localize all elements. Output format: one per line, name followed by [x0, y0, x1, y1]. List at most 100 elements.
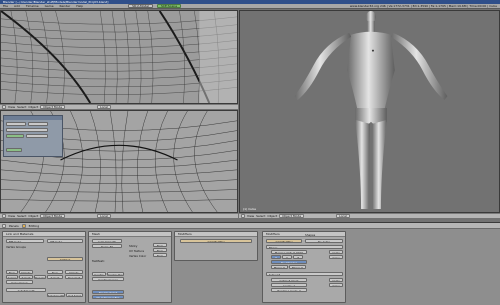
subsurf-copy-button[interactable]: Copy: [329, 283, 343, 287]
viewport-header-top-left: View Select Object Object Mode Local: [0, 104, 238, 109]
character-model: [240, 11, 499, 212]
menu-view[interactable]: View: [8, 214, 15, 218]
uv-new-button[interactable]: New: [153, 248, 167, 252]
editing-label: Editing: [28, 223, 40, 228]
menu-timeline[interactable]: Timeline: [25, 4, 40, 8]
material-select-button[interactable]: Select: [47, 275, 63, 279]
window-type-icon[interactable]: [2, 223, 6, 228]
vgroup-select-button[interactable]: Select: [19, 275, 33, 279]
vertex-groups-label: Vertex Groups: [6, 245, 26, 249]
axis-y-toggle[interactable]: Y: [282, 255, 292, 259]
mirror-apply-button[interactable]: Apply: [329, 250, 343, 254]
menu-select[interactable]: Select: [256, 214, 265, 218]
shapes-tab[interactable]: Shapes: [305, 233, 315, 237]
object-name-field[interactable]: OB:Cube: [47, 239, 83, 243]
overlay-btn-3[interactable]: [6, 128, 48, 132]
center-button[interactable]: Center: [92, 272, 106, 276]
editing-icon[interactable]: [21, 223, 26, 228]
menu-game[interactable]: Game: [44, 4, 55, 8]
vgroup-delete-button[interactable]: Delete: [19, 270, 33, 274]
menu-file[interactable]: File: [2, 4, 9, 8]
subsurf-modifier-header[interactable]: Subsurf: [266, 272, 343, 276]
object-label: (1) Cube: [243, 207, 256, 211]
vgroup-new-button[interactable]: New: [6, 270, 18, 274]
menu-select[interactable]: Select: [17, 105, 26, 109]
mesh-panel: Mesh Auto Smooth Degr: 30 Sticky UV Text…: [88, 231, 172, 303]
overlay-btn-1[interactable]: [6, 122, 26, 126]
subsurf-apply-button[interactable]: Apply: [329, 278, 343, 282]
viewport-header-mid-left: View Select Object Object Mode Local: [0, 213, 238, 218]
menu-object[interactable]: Object: [267, 214, 277, 218]
overlay-btn-2[interactable]: [28, 122, 48, 126]
no-vnormal-flip-toggle[interactable]: No V.Normal Flip: [92, 295, 124, 299]
viewport-top-left[interactable]: [0, 10, 238, 104]
do-clipping-toggle[interactable]: Do Clipping: [271, 260, 307, 264]
texmesh-label: TexMesh:: [92, 259, 105, 263]
vgroup-deselect-button[interactable]: Deselect: [34, 275, 46, 279]
scene-selector[interactable]: SCE:Scene: [156, 4, 182, 8]
axis-x-toggle[interactable]: X: [271, 255, 281, 259]
copy-group-button[interactable]: Copy Group: [6, 280, 33, 284]
material-index-field[interactable]: 0 Mat 0: [47, 257, 83, 261]
link-modifier-field[interactable]: To: Cube: [305, 239, 343, 243]
subsurf-type-field[interactable]: Catmull-Clark: [271, 278, 307, 282]
menu-help[interactable]: Help: [75, 4, 84, 8]
sticky-new-button[interactable]: New: [153, 243, 167, 247]
mirror-modifier-header[interactable]: Mirror: [266, 245, 343, 249]
merge-limit-field[interactable]: Merge Limit: 0.0010: [271, 250, 307, 254]
material-delete-button[interactable]: Delete: [65, 270, 83, 274]
viewport-right[interactable]: (1) Cube: [239, 10, 500, 213]
vgroup-assign-button[interactable]: Assign: [6, 275, 18, 279]
material-new-button[interactable]: New: [47, 270, 63, 274]
mode-selector[interactable]: Object Mode: [40, 214, 66, 218]
wireframe-mesh-top: [1, 11, 237, 103]
menu-object[interactable]: Object: [28, 214, 38, 218]
center-cursor-button[interactable]: Center Cursor: [92, 277, 124, 281]
subsurf-render-levels-field[interactable]: Render Levels: 2: [271, 288, 307, 292]
pivot-selector[interactable]: Local: [97, 214, 111, 218]
view-type-icon[interactable]: [241, 214, 245, 218]
add-modifier-stack-button[interactable]: Add Modifier: [266, 239, 302, 243]
menu-view[interactable]: View: [247, 214, 254, 218]
mode-selector[interactable]: Object Mode: [279, 214, 305, 218]
double-sided-toggle[interactable]: Double Sided: [92, 290, 124, 294]
viewport-mid-left[interactable]: [0, 110, 238, 213]
menu-select[interactable]: Select: [17, 214, 26, 218]
mode-selector[interactable]: Object Mode: [40, 105, 66, 109]
set-smooth-button[interactable]: Set Smooth: [47, 293, 65, 297]
screen-selector[interactable]: SR:2-Model: [128, 4, 153, 8]
view-type-icon[interactable]: [2, 214, 6, 218]
sticky-label: Sticky: [129, 244, 138, 248]
menu-render[interactable]: Render: [59, 4, 72, 8]
panel-title: Modifiers: [263, 232, 345, 237]
link-materials-panel: Link and Materials ME:Cube OB:Cube Verte…: [2, 231, 86, 303]
overlay-btn-6[interactable]: [6, 148, 22, 152]
mirror-copy-button[interactable]: Copy: [329, 255, 343, 259]
set-solid-button[interactable]: Set Solid: [66, 293, 83, 297]
menu-add[interactable]: Add: [13, 4, 21, 8]
overlay-panel-title: [4, 116, 62, 120]
overlay-btn-4[interactable]: [6, 134, 24, 138]
pivot-selector[interactable]: Local: [336, 214, 350, 218]
menu-object[interactable]: Object: [28, 105, 38, 109]
mirror-v-toggle[interactable]: Mirror V: [289, 265, 306, 269]
vcol-new-button[interactable]: New: [153, 253, 167, 257]
mirror-u-toggle[interactable]: Mirror U: [271, 265, 288, 269]
menu-panels[interactable]: Panels: [9, 224, 19, 228]
degr-field[interactable]: Degr: 30: [92, 244, 122, 248]
panel-title: Modifiers: [175, 232, 257, 237]
mesh-name-field[interactable]: ME:Cube: [6, 239, 44, 243]
auto-smooth-toggle[interactable]: AutoSmooth: [6, 288, 46, 292]
overlay-btn-5[interactable]: [26, 134, 48, 138]
buttons-header: Panels Editing: [0, 223, 500, 229]
pivot-selector[interactable]: Local: [97, 105, 111, 109]
auto-smooth-button[interactable]: Auto Smooth: [92, 239, 122, 243]
menu-view[interactable]: View: [8, 105, 15, 109]
center-new-button[interactable]: Center New: [107, 272, 124, 276]
add-modifier-button[interactable]: Add Modifier: [180, 239, 252, 243]
material-deselect-button[interactable]: Deselect: [65, 275, 83, 279]
axis-z-toggle[interactable]: Z: [293, 255, 303, 259]
subsurf-levels-field[interactable]: Levels: 1: [271, 283, 307, 287]
view-type-icon[interactable]: [2, 105, 6, 109]
buttons-window: Panels Editing Link and Materials ME:Cub…: [0, 222, 500, 305]
